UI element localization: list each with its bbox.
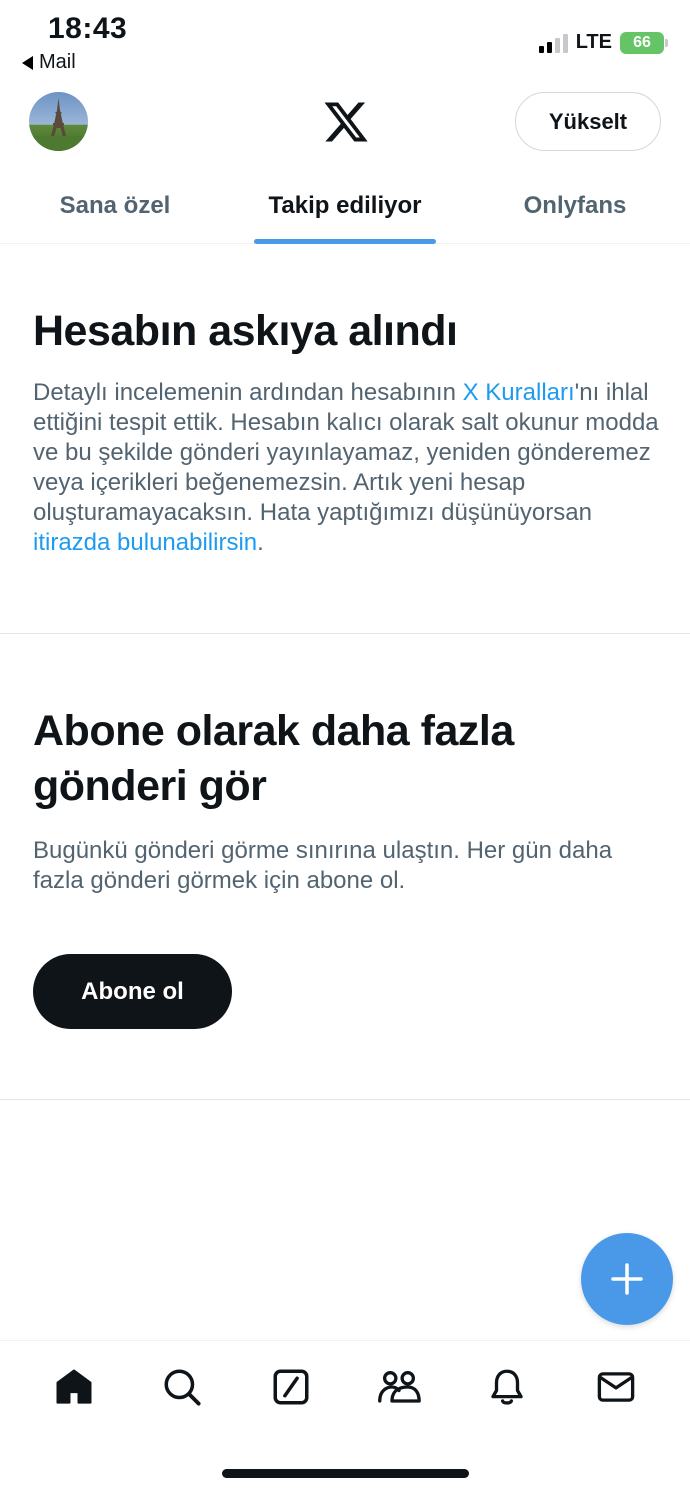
signal-icon	[538, 33, 568, 53]
nav-search[interactable]	[157, 1362, 207, 1412]
back-app-label: Mail	[39, 51, 76, 73]
subscribe-body: Bugünkü gönderi görme sınırına ulaştın. …	[33, 837, 613, 894]
grok-icon	[273, 1369, 309, 1404]
compose-button[interactable]	[581, 1233, 673, 1325]
search-icon	[164, 1369, 202, 1406]
home-icon	[56, 1369, 92, 1404]
battery-level: 66	[633, 33, 651, 51]
subscribe-title: Abone olarak daha fazla gönderi gör	[33, 707, 514, 810]
suspension-body-pre: Detaylı incelemenin ardından hesabının	[33, 379, 463, 406]
status-indicators: LTE 66	[538, 31, 668, 54]
battery-icon: 66	[620, 31, 668, 54]
nav-notifications[interactable]	[482, 1362, 532, 1412]
suspension-body-post: .	[257, 529, 264, 556]
suspension-body: Detaylı incelemenin ardından hesabının X…	[33, 378, 663, 558]
upgrade-button[interactable]: Yükselt	[515, 92, 661, 151]
network-label: LTE	[575, 31, 612, 53]
nav-communities[interactable]	[374, 1362, 424, 1412]
bottom-nav	[0, 1340, 690, 1432]
communities-icon	[378, 1370, 421, 1403]
subscribe-button[interactable]: Abone ol	[33, 954, 232, 1029]
back-arrow-icon	[22, 55, 33, 70]
appeal-link[interactable]: itirazda bulunabilirsin	[33, 529, 257, 556]
suspension-title: Hesabın askıya alındı	[33, 307, 458, 355]
plus-icon	[611, 1263, 643, 1295]
suspension-notice: Hesabın askıya alındı Detaylı incelemeni…	[0, 244, 690, 634]
home-indicator	[222, 1469, 469, 1478]
status-time: 18:43	[48, 12, 128, 45]
tab-onlyfans[interactable]: Onlyfans	[460, 168, 690, 243]
timeline-tabs: Sana özel Takip ediliyor Onlyfans	[0, 168, 690, 244]
tab-for-you[interactable]: Sana özel	[0, 168, 230, 243]
eiffel-tower-photo	[29, 98, 88, 151]
tab-following[interactable]: Takip ediliyor	[230, 168, 460, 243]
nav-messages[interactable]	[591, 1362, 641, 1412]
bell-icon	[491, 1369, 524, 1405]
nav-home[interactable]	[49, 1362, 99, 1412]
x-logo-icon	[324, 102, 368, 142]
back-to-mail-link[interactable]: Mail	[22, 51, 76, 74]
x-rules-link[interactable]: X Kuralları	[463, 379, 575, 406]
envelope-icon	[597, 1371, 635, 1402]
nav-grok[interactable]	[266, 1362, 316, 1412]
avatar[interactable]	[29, 92, 88, 151]
subscribe-prompt: Abone olarak daha fazla gönderi gör Bugü…	[0, 634, 690, 1100]
